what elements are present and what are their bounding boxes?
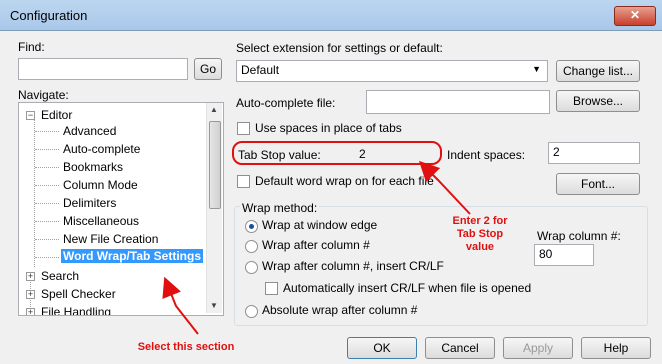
annotation-enter-tab-stop: Enter 2 for Tab Stop value [444, 215, 516, 254]
arrow-to-section [162, 276, 199, 335]
annotation-line: Tab Stop [456, 228, 504, 240]
annotation-line: Enter 2 for [452, 215, 508, 227]
arrow-to-tab-stop [418, 160, 471, 215]
annotation-arrows [162, 160, 471, 335]
annotation-select-section: Select this section [137, 341, 235, 353]
annotation-line: value [465, 241, 495, 253]
